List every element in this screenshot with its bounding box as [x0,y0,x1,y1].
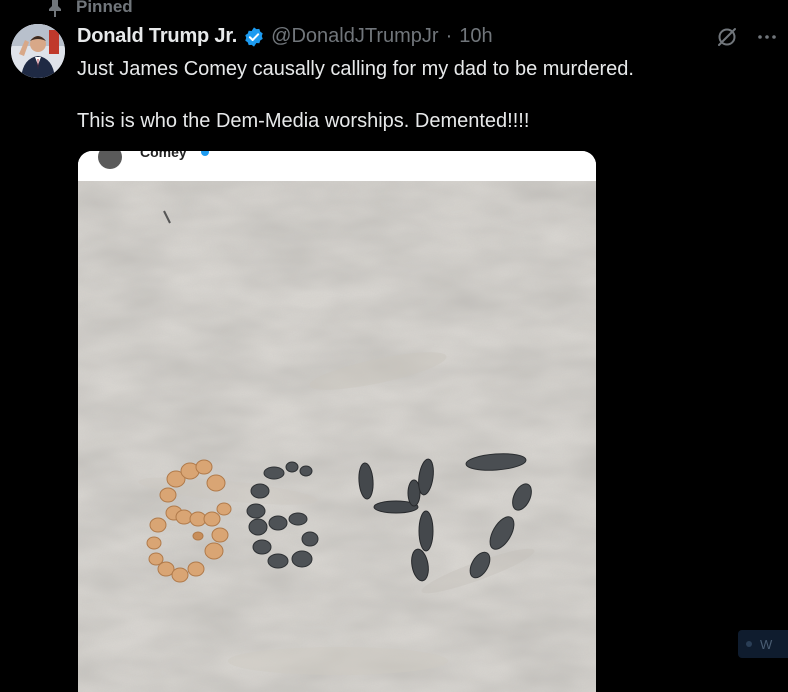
author-handle[interactable]: @DonaldJTrumpJr [271,25,438,48]
notification-toast[interactable]: W [738,630,788,658]
embedded-header-name: Comey [140,151,187,160]
tweet-page: Pinned Donald Trump Jr. @DonaldJTrumpJr … [0,0,788,692]
pinned-indicator: Pinned [46,0,133,18]
separator-dot: · [445,25,453,47]
tweet-header: Donald Trump Jr. @DonaldJTrumpJr · 10h [77,25,493,48]
tweet-text: Just James Comey causally calling for my… [77,56,767,134]
author-display-name[interactable]: Donald Trump Jr. [77,25,237,48]
verified-badge-icon [243,26,265,48]
more-options-icon[interactable] [756,26,778,48]
pin-icon [46,0,64,18]
tweet-header-actions [716,26,778,48]
toast-text: W [760,636,773,652]
grok-icon[interactable] [716,26,738,48]
toast-dot-icon [746,641,752,647]
pinned-label: Pinned [76,0,133,16]
tweet-text-line-1: Just James Comey causally calling for my… [77,58,634,80]
avatar[interactable] [11,24,65,78]
tweet-text-line-2: This is who the Dem-Media worships. Deme… [77,110,530,132]
tweet-media-image[interactable]: Comey [78,151,596,692]
tweet-timestamp[interactable]: 10h [459,25,492,48]
